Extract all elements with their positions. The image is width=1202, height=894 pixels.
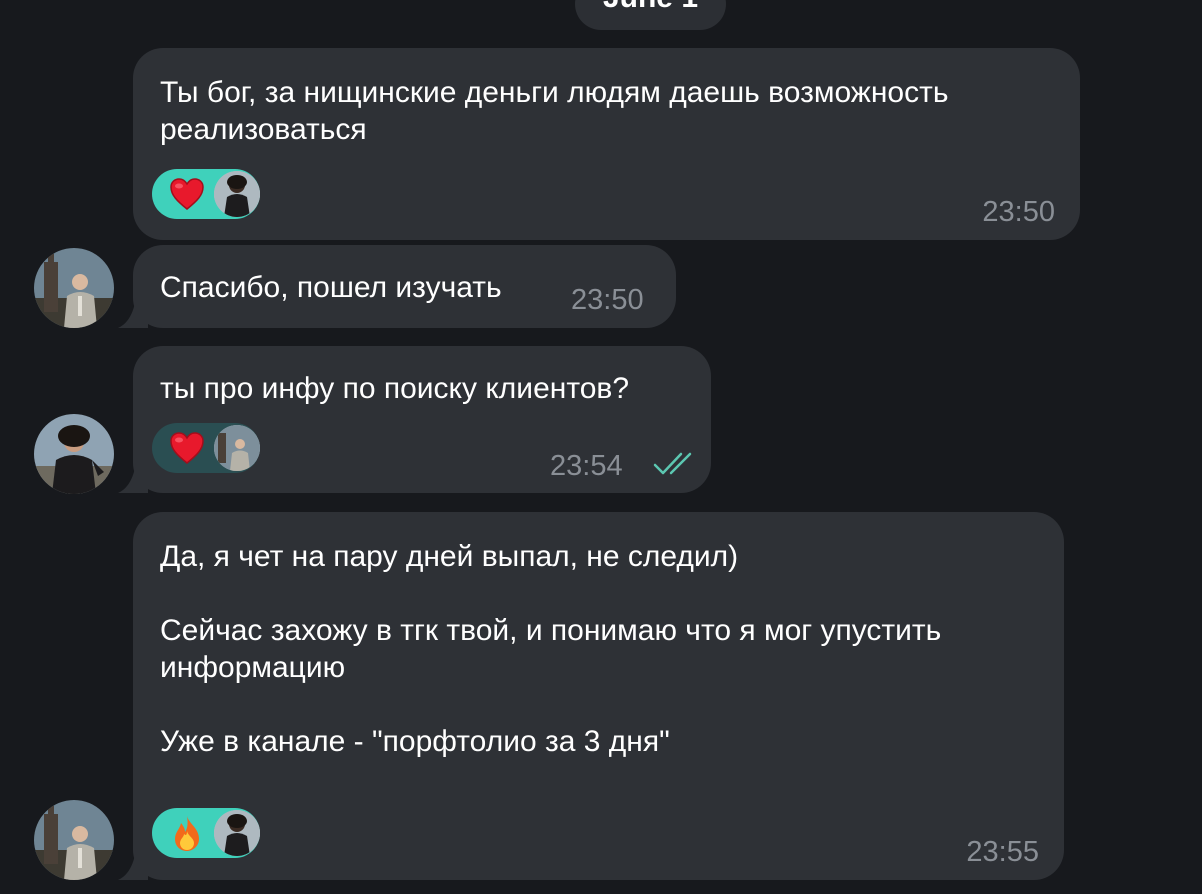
message-time: 23:50 (982, 196, 1055, 228)
heart-icon (164, 425, 210, 471)
fire-icon (164, 810, 210, 856)
message-time: 23:50 (571, 284, 644, 316)
message-bubble[interactable]: Спасибо, пошел изучать 23:50 (133, 245, 676, 328)
reaction-chip[interactable] (152, 423, 260, 473)
user-avatar-a-icon[interactable] (34, 800, 114, 880)
user-avatar-a-icon[interactable] (34, 248, 114, 328)
message-time: 23:54 (550, 450, 623, 482)
double-check-icon (653, 449, 699, 486)
message-bubble[interactable]: Да, я чет на пару дней выпал, не следил)… (133, 512, 1064, 880)
reaction-chip[interactable] (152, 169, 260, 219)
message-text: Спасибо, пошел изучать (160, 271, 502, 304)
user-avatar-b-icon (214, 810, 260, 856)
message-text: Да, я чет на пару дней выпал, не следил)… (160, 540, 942, 758)
message-bubble[interactable]: Ты бог, за нищинские деньги людям даешь … (133, 48, 1080, 240)
user-avatar-b-icon (214, 171, 260, 217)
heart-icon (164, 171, 210, 217)
user-avatar-a-icon (214, 425, 260, 471)
bubble-tail (118, 850, 148, 880)
reaction-chip[interactable] (152, 808, 260, 858)
message-text: ты про инфу по поиску клиентов? (160, 372, 630, 405)
message-text: Ты бог, за нищинские деньги людям даешь … (160, 76, 949, 146)
bubble-tail (118, 463, 148, 493)
date-separator: June 1 (575, 0, 726, 30)
message-bubble[interactable]: ты про инфу по поиску клиентов? 23:54 (133, 346, 711, 493)
bubble-tail (118, 298, 148, 328)
chat-view: June 1 Ты бог, за нищинские деньги людям… (0, 0, 1202, 894)
user-avatar-b-icon[interactable] (34, 414, 114, 494)
message-time: 23:55 (966, 836, 1039, 868)
